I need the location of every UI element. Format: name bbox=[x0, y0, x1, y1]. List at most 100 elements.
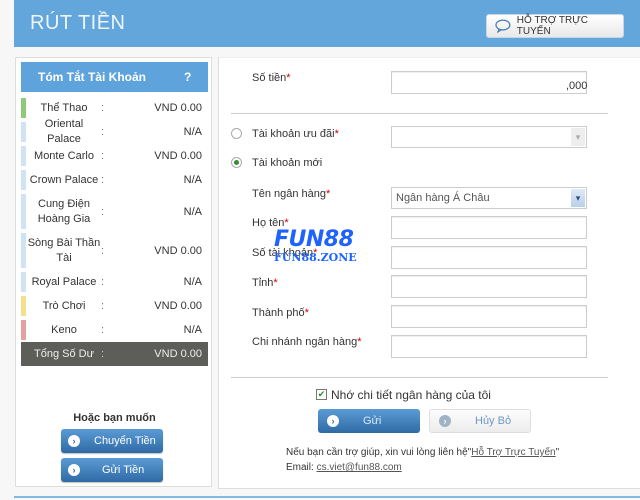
balance-row-keno: Keno : N/A bbox=[21, 318, 208, 342]
row-color-marker bbox=[21, 146, 26, 166]
deposit-button[interactable]: › Gửi Tiền bbox=[61, 458, 163, 482]
preferred-account-label: Tài khoản ưu đãi* bbox=[252, 128, 339, 140]
row-colon: : bbox=[101, 300, 105, 312]
online-support-link[interactable]: Hỗ Trợ Trực Tuyến bbox=[471, 447, 555, 458]
chevron-right-icon: › bbox=[439, 415, 451, 427]
help-text: Nếu bạn cần trợ giúp, xin vui lòng liên … bbox=[286, 447, 559, 458]
submit-label: Gửi bbox=[363, 415, 382, 427]
province-input[interactable] bbox=[391, 275, 587, 298]
page-title: RÚT TIỀN bbox=[30, 12, 126, 34]
new-account-label: Tài khoản mới bbox=[252, 157, 323, 169]
balance-row-god-of-wealth-casino: Sòng Bài Thần Tài : VND 0.00 bbox=[21, 231, 208, 270]
branch-input[interactable] bbox=[391, 335, 587, 358]
balance-row-royal-palace: Royal Palace : N/A bbox=[21, 270, 208, 294]
help-text-body: Nếu bạn cần trợ giúp, xin vui lòng liên … bbox=[286, 447, 472, 458]
total-name: Tổng Số Dư bbox=[34, 347, 94, 360]
page-header: RÚT TIỀN HỖ TRỢ TRỰC TUYẾN bbox=[14, 0, 640, 47]
row-color-marker bbox=[21, 296, 26, 316]
row-name: Thể Thao bbox=[40, 101, 88, 114]
required-mark: * bbox=[326, 188, 331, 200]
alternatives-title: Hoặc bạn muốn bbox=[73, 412, 156, 424]
required-mark: * bbox=[286, 72, 291, 84]
row-color-marker bbox=[21, 122, 26, 142]
required-mark: * bbox=[334, 128, 339, 140]
row-colon: : bbox=[101, 150, 105, 162]
row-value: N/A bbox=[183, 174, 202, 186]
divider bbox=[231, 113, 608, 114]
row-value: VND 0.00 bbox=[154, 150, 202, 162]
row-color-marker bbox=[21, 194, 26, 229]
email-link[interactable]: cs.viet@fun88.com bbox=[317, 462, 402, 473]
cancel-button[interactable]: › Hủy Bỏ bbox=[429, 409, 531, 433]
row-color-marker bbox=[21, 272, 26, 292]
chevron-right-icon: › bbox=[68, 464, 80, 476]
account-summary-panel: Tóm Tắt Tài Khoản ? Tài Khoản Chính : N/… bbox=[15, 57, 640, 487]
account-number-input[interactable] bbox=[391, 246, 587, 269]
row-value: N/A bbox=[183, 324, 202, 336]
submit-button[interactable]: › Gửi bbox=[318, 409, 420, 433]
remember-bank-label: Nhớ chi tiết ngân hàng của tôi bbox=[331, 388, 491, 402]
row-name: Sòng Bài Thần Tài bbox=[27, 236, 101, 264]
help-icon[interactable]: ? bbox=[184, 70, 191, 84]
row-color-marker bbox=[21, 170, 26, 190]
row-color-marker bbox=[21, 320, 26, 340]
full-name-input[interactable] bbox=[391, 216, 587, 239]
transfer-label: Chuyển Tiền bbox=[94, 435, 156, 447]
account-balance-list: Tài Khoản Chính : N/A Thể Thao : VND 0.0… bbox=[21, 96, 640, 366]
balance-row-oriental-palace: Oriental Palace : N/A bbox=[21, 118, 208, 145]
province-label-text: Tỉnh bbox=[252, 277, 274, 289]
balance-row-games: Trò Chơi : VND 0.00 bbox=[21, 294, 208, 318]
row-value: VND 0.00 bbox=[154, 102, 202, 114]
total-value: VND 0.00 bbox=[154, 348, 202, 360]
online-support-button[interactable]: HỖ TRỢ TRỰC TUYẾN bbox=[486, 14, 624, 38]
row-colon: : bbox=[101, 348, 105, 360]
row-colon: : bbox=[101, 102, 105, 114]
bank-name-select[interactable]: Ngân hàng Á Châu ▾ bbox=[391, 187, 587, 209]
cancel-label: Hủy Bỏ bbox=[475, 415, 512, 427]
chevron-down-icon: ▾ bbox=[571, 128, 585, 146]
preferred-account-radio[interactable] bbox=[231, 128, 242, 139]
amount-suffix: ,000 bbox=[566, 80, 588, 92]
preferred-account-select[interactable]: ▾ bbox=[391, 126, 587, 148]
preferred-account-label-text: Tài khoản ưu đãi bbox=[252, 128, 335, 140]
withdraw-page: RÚT TIỀN HỖ TRỢ TRỰC TUYẾN Tóm Tắt Tài K… bbox=[0, 0, 640, 500]
remember-bank-checkbox[interactable]: ✔ bbox=[316, 389, 327, 400]
transfer-button[interactable]: › Chuyển Tiền bbox=[61, 429, 163, 453]
chevron-right-icon: › bbox=[327, 415, 339, 427]
amount-label: Số tiền* bbox=[252, 72, 291, 84]
online-support-label: HỖ TRỢ TRỰC TUYẾN bbox=[516, 15, 588, 37]
account-summary-title: Tóm Tắt Tài Khoản bbox=[38, 70, 146, 84]
required-mark: * bbox=[304, 307, 309, 319]
row-name: Keno bbox=[51, 323, 77, 336]
watermark-logo: FUN88 FUN88.ZONE bbox=[274, 229, 357, 264]
amount-label-text: Số tiền bbox=[252, 72, 287, 84]
row-value: N/A bbox=[183, 126, 202, 138]
chat-bubble-icon bbox=[495, 19, 511, 33]
row-value: N/A bbox=[183, 276, 202, 288]
watermark-domain: FUN88.ZONE bbox=[274, 251, 357, 264]
row-colon: : bbox=[101, 276, 105, 288]
row-colon: : bbox=[101, 244, 105, 257]
new-account-radio[interactable] bbox=[231, 157, 242, 168]
row-name: Trò Chơi bbox=[42, 299, 86, 312]
chevron-down-icon: ▾ bbox=[571, 189, 585, 207]
province-label: Tỉnh* bbox=[252, 277, 278, 289]
footer-divider bbox=[14, 496, 640, 498]
bank-name-label-text: Tên ngân hàng bbox=[252, 188, 327, 200]
row-name: Crown Palace bbox=[29, 173, 99, 186]
balance-row-monte-carlo: Monte Carlo : VND 0.00 bbox=[21, 144, 208, 168]
city-input[interactable] bbox=[391, 305, 587, 328]
branch-label-text: Chi nhánh ngân hàng bbox=[252, 336, 358, 348]
amount-input[interactable] bbox=[391, 71, 587, 94]
row-colon: : bbox=[101, 174, 105, 186]
row-colon: : bbox=[101, 205, 105, 218]
row-value: VND 0.00 bbox=[154, 244, 202, 257]
row-name: Oriental Palace bbox=[44, 118, 84, 145]
account-summary-header: Tóm Tắt Tài Khoản ? bbox=[21, 62, 208, 92]
row-name: Cung Điện Hoàng Gia bbox=[37, 197, 91, 225]
city-label: Thành phố* bbox=[252, 307, 309, 319]
branch-label: Chi nhánh ngân hàng* bbox=[252, 336, 362, 348]
divider bbox=[231, 377, 608, 378]
row-colon: : bbox=[101, 324, 105, 336]
row-value: VND 0.00 bbox=[154, 300, 202, 312]
